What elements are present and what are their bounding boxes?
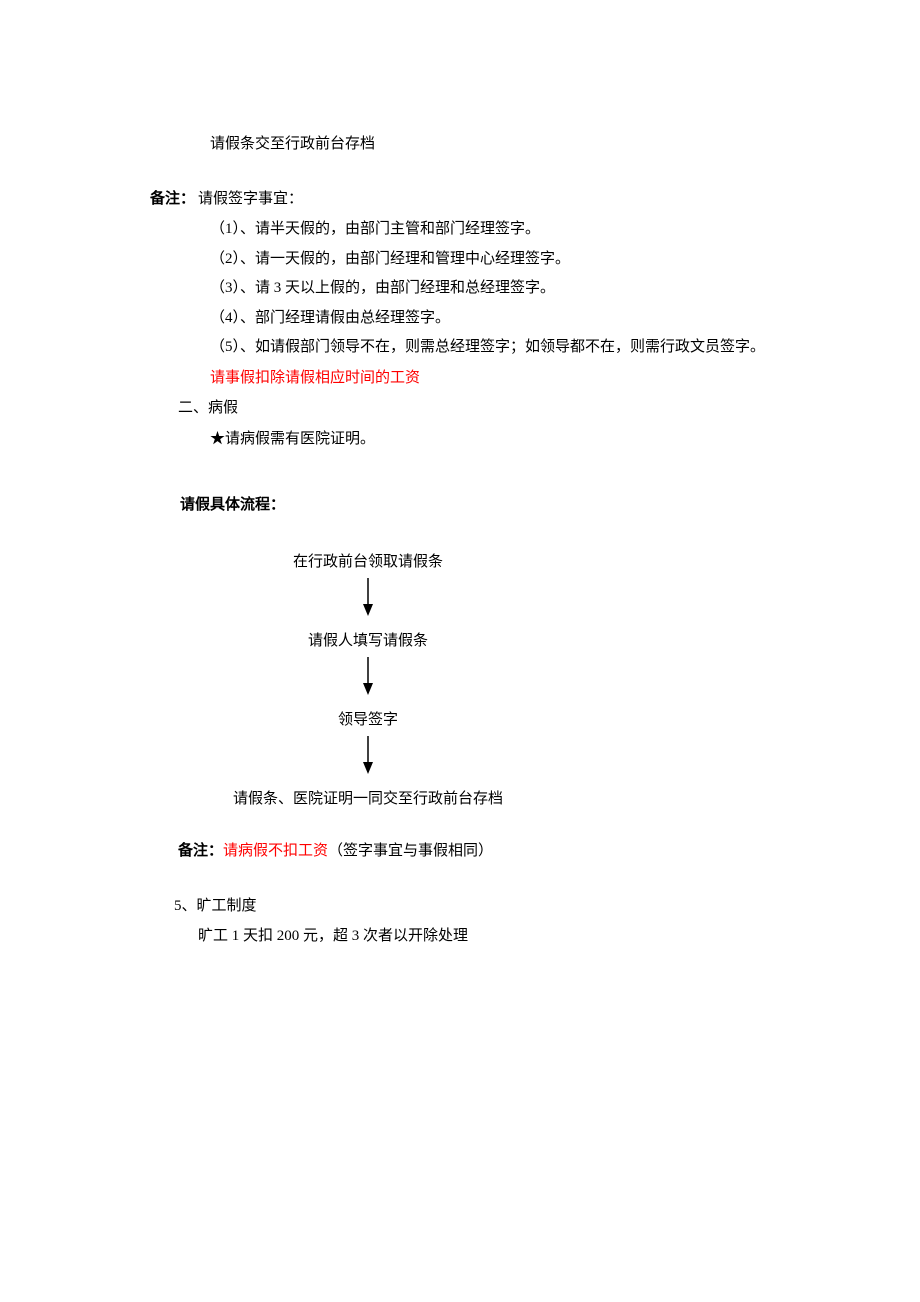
flow-diagram: 在行政前台领取请假条 请假人填写请假条 领导签字 请假条、医院证明一同交至行政前… [178, 548, 780, 814]
note2-label: 备注： [178, 843, 223, 859]
section-2-heading: 二、病假 [178, 394, 780, 423]
note1-item-5: （5）、如请假部门领导不在，则需总经理签字；如领导都不在，则需行政文员签字。 [210, 333, 780, 362]
note1-items: （1）、请半天假的，由部门主管和部门经理签字。 （2）、请一天假的，由部门经理和… [210, 215, 780, 362]
hospital-proof-note: ★请病假需有医院证明。 [210, 425, 780, 454]
absence-penalty: 旷工 1 天扣 200 元，超 3 次者以开除处理 [198, 922, 780, 951]
note1-label: 备注： [150, 185, 198, 214]
note1-item-1: （1）、请半天假的，由部门主管和部门经理签字。 [210, 215, 780, 244]
flow-step-2: 请假人填写请假条 [218, 627, 518, 656]
sick-leave-no-deduction: 请病假不扣工资 [223, 843, 328, 859]
flow-step-4: 请假条、医院证明一同交至行政前台存档 [178, 785, 558, 814]
arrow-down-icon [218, 655, 518, 706]
note1-item-4: （4）、部门经理请假由总经理签字。 [210, 304, 780, 333]
note1-item-2: （2）、请一天假的，由部门经理和管理中心经理签字。 [210, 245, 780, 274]
note2-block: 备注：请病假不扣工资（签字事宜与事假相同） [178, 837, 780, 866]
arrow-down-icon [218, 734, 518, 785]
flow-title: 请假具体流程： [180, 491, 780, 520]
personal-leave-deduction: 请事假扣除请假相应时间的工资 [210, 364, 780, 393]
section-5-heading: 5、旷工制度 [174, 892, 780, 921]
note1-title: 请假签字事宜： [198, 185, 780, 214]
note1-block: 备注： 请假签字事宜： [150, 185, 780, 214]
note2-rest: （签字事宜与事假相同） [328, 843, 493, 859]
flow-step-1: 在行政前台领取请假条 [218, 548, 518, 577]
filing-line: 请假条交至行政前台存档 [210, 130, 780, 159]
arrow-down-icon [218, 576, 518, 627]
flow-step-3: 领导签字 [218, 706, 518, 735]
note1-item-3: （3）、请 3 天以上假的，由部门经理和总经理签字。 [210, 274, 780, 303]
